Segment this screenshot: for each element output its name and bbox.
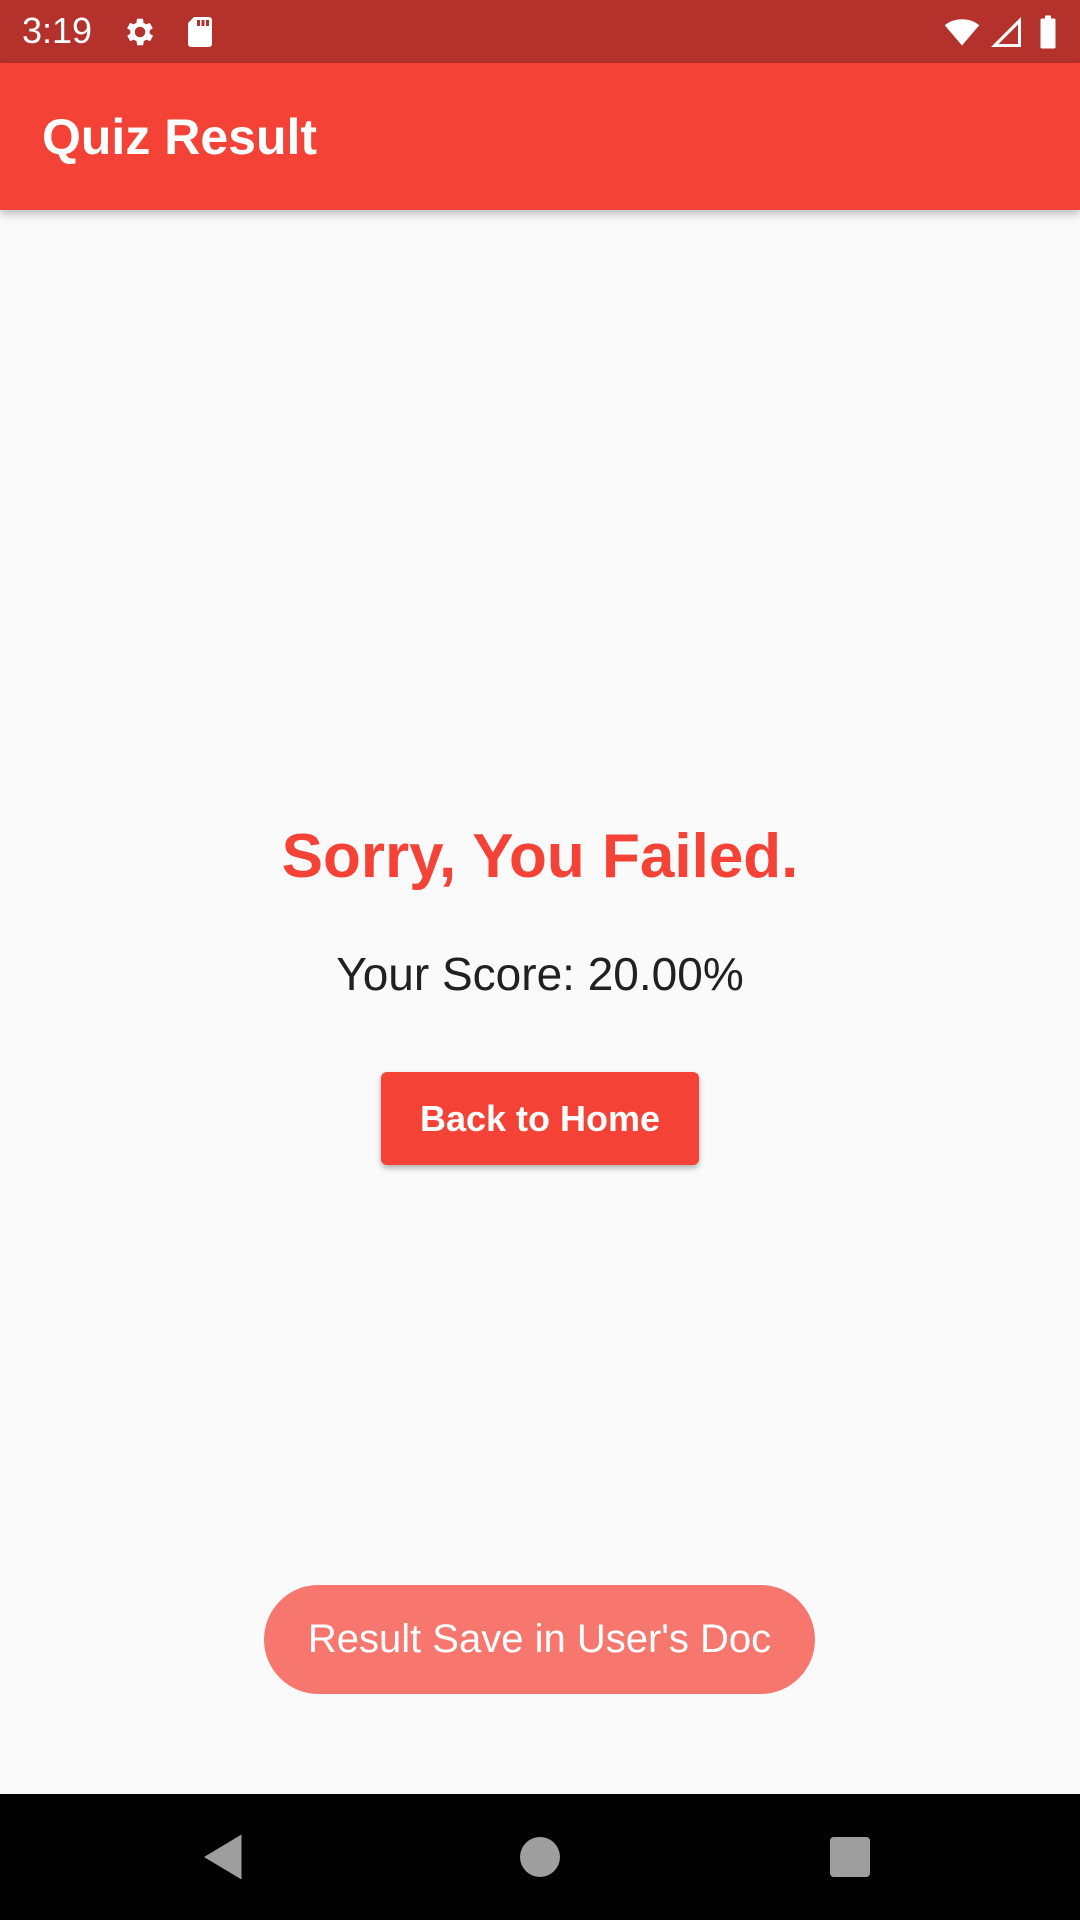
recents-icon[interactable] — [820, 1827, 880, 1887]
status-bar: 3:19 — [0, 0, 1080, 63]
home-icon[interactable] — [510, 1827, 570, 1887]
gear-icon — [122, 14, 158, 50]
screen: 3:19 Quiz Result Sorry, You Failed. Your… — [0, 0, 1080, 1920]
back-to-home-button[interactable]: Back to Home — [381, 1072, 699, 1165]
toast-message: Result Save in User's Doc — [264, 1585, 815, 1694]
battery-icon — [1036, 14, 1060, 50]
back-icon[interactable] — [194, 1827, 254, 1887]
navigation-bar — [0, 1794, 1080, 1920]
sd-card-icon — [182, 14, 218, 50]
score-text: Your Score: 20.00% — [336, 948, 744, 1000]
result-title: Sorry, You Failed. — [281, 822, 799, 891]
app-bar: Quiz Result — [0, 63, 1080, 210]
wifi-icon — [942, 14, 982, 50]
app-title: Quiz Result — [42, 109, 318, 165]
status-time: 3:19 — [22, 10, 93, 51]
signal-icon — [988, 14, 1024, 50]
